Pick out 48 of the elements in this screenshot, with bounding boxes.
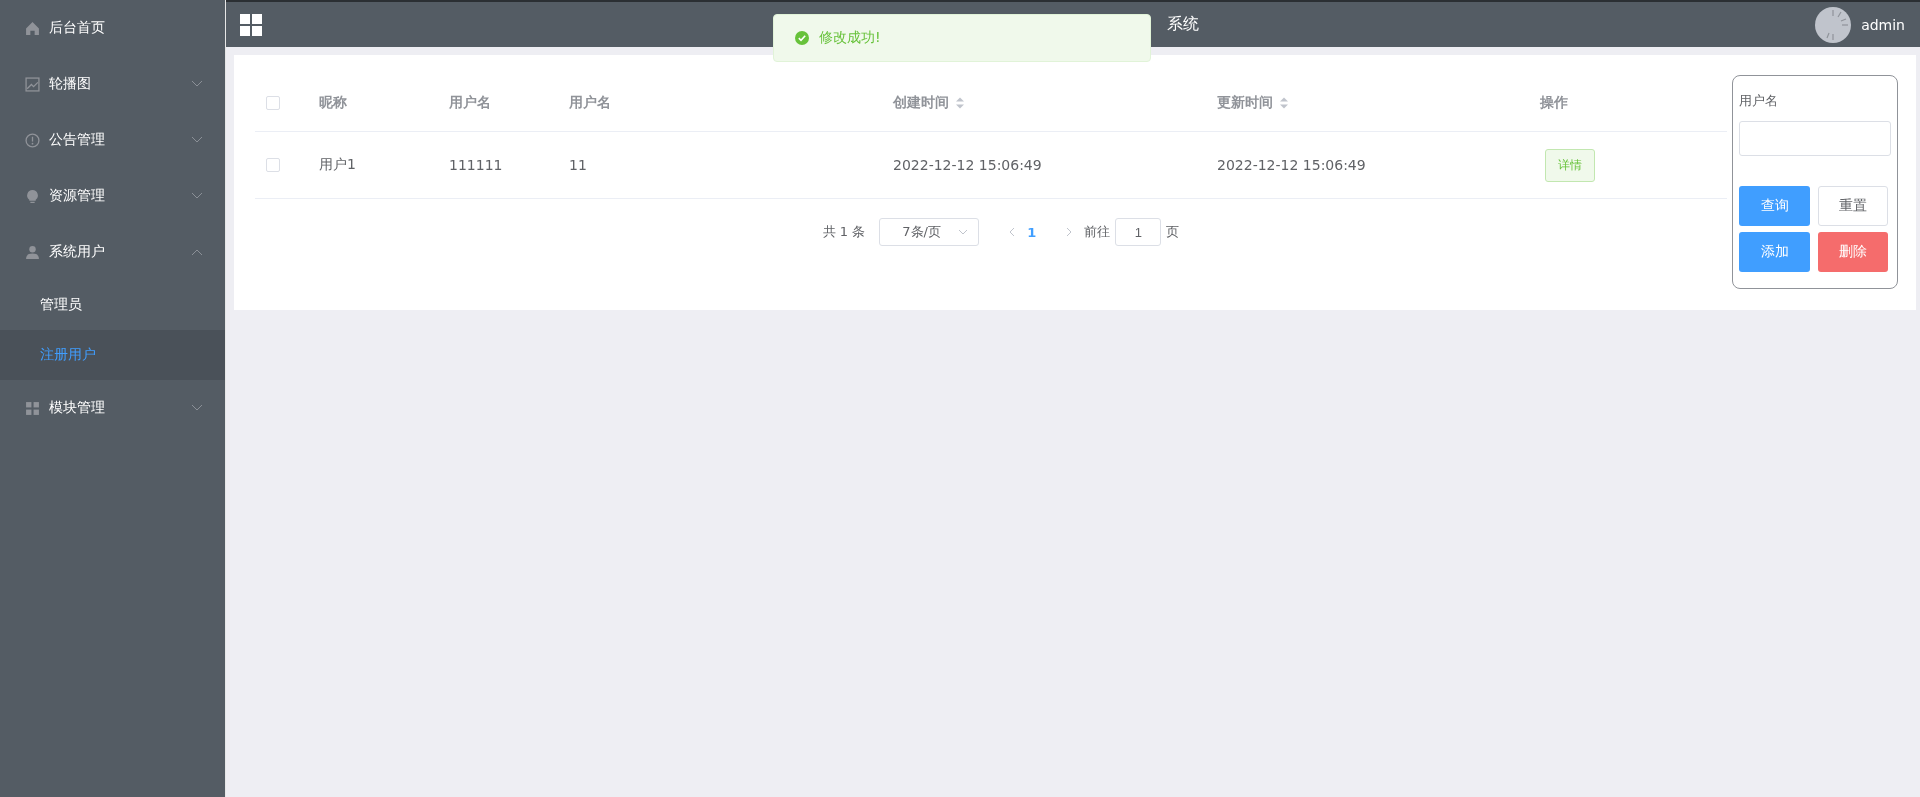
select-all-checkbox[interactable]	[266, 96, 280, 110]
table-cell: 2022-12-12 15:06:49	[893, 157, 1042, 173]
user-name: admin	[1861, 16, 1905, 33]
check-circle-icon	[795, 31, 809, 45]
chevron-down-icon	[191, 80, 203, 88]
image-icon	[25, 76, 40, 92]
total-count: 共 1 条	[822, 223, 866, 241]
menu-item[interactable]: 后台首页	[0, 0, 225, 56]
home-icon	[25, 20, 40, 36]
avatar-icon[interactable]	[1815, 6, 1852, 43]
chevron-down-icon	[191, 404, 203, 412]
table-cell: 用户1	[319, 156, 356, 174]
caret-icon	[958, 229, 969, 235]
menu-item[interactable]: 资源管理	[0, 168, 225, 224]
toast-message: 修改成功!	[819, 29, 881, 47]
user-icon	[25, 244, 40, 260]
search-field[interactable]	[1739, 121, 1891, 156]
column-header: 昵称	[319, 94, 347, 112]
column-header: 用户名	[569, 94, 611, 112]
page-suffix: 页	[1166, 223, 1180, 241]
sort-icon[interactable]	[1279, 96, 1289, 110]
next-page-icon[interactable]	[1066, 227, 1073, 237]
chevron-down-icon	[191, 192, 203, 200]
menu-icon[interactable]	[240, 13, 262, 36]
menu-item[interactable]: 系统用户	[0, 224, 225, 280]
field-label: 用户名	[1739, 92, 1779, 110]
table-cell: 11	[569, 157, 587, 173]
grid-icon	[25, 400, 40, 416]
table-cell: 2022-12-12 15:06:49	[1217, 157, 1366, 173]
menu-item[interactable]: 轮播图	[0, 56, 225, 112]
panel-button[interactable]: 重置	[1818, 186, 1888, 226]
app-title: 系统	[1167, 14, 1199, 35]
chevron-up-icon	[191, 248, 203, 256]
page-input[interactable]: 1	[1115, 218, 1162, 246]
chevron-down-icon	[191, 136, 203, 144]
column-header: 用户名	[449, 94, 491, 112]
menu-item[interactable]: 模块管理	[0, 380, 225, 436]
lightbulb-icon	[25, 188, 40, 204]
column-header: 操作	[1540, 94, 1568, 112]
row-checkbox[interactable]	[266, 158, 280, 172]
previous-page-icon[interactable]	[1009, 227, 1016, 237]
warning-icon	[25, 132, 40, 148]
table-cell: 111111	[449, 157, 503, 173]
page-size-select[interactable]: 7条/页	[879, 218, 980, 246]
sort-icon[interactable]	[955, 96, 965, 110]
menu-item[interactable]: 公告管理	[0, 112, 225, 168]
submenu-item[interactable]: 管理员	[0, 280, 225, 330]
goto-label: 前往	[1084, 223, 1111, 241]
